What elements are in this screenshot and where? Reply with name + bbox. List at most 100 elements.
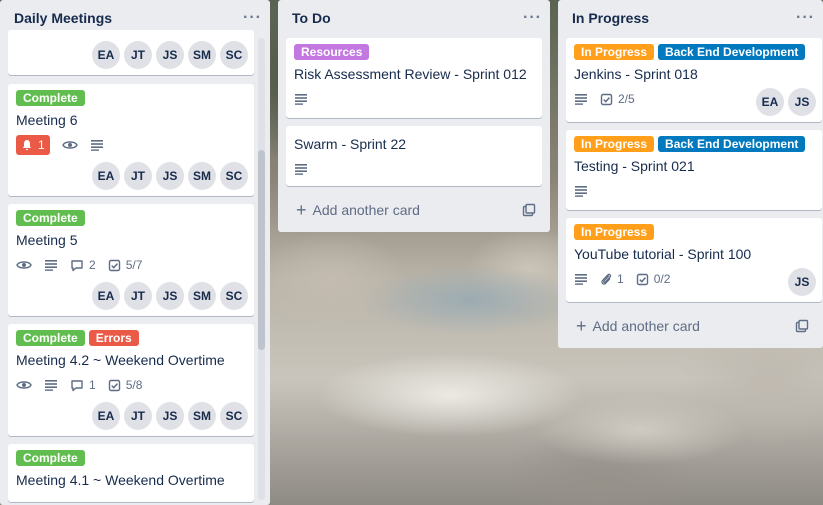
list-card[interactable]: In Progress Back End Development Jenkins… [566, 38, 822, 122]
card-label[interactable]: Resources [294, 44, 370, 60]
card-members: EA JT JS SM SC [92, 402, 248, 430]
scrollbar-thumb[interactable] [258, 150, 265, 350]
notification-badge[interactable]: 1 [16, 135, 50, 155]
card-label[interactable]: Complete [16, 90, 85, 106]
avatar[interactable]: EA [756, 88, 784, 116]
add-card-button[interactable]: + Add another card [566, 312, 815, 340]
list-in-progress: In Progress ··· In Progress Back End Dev… [558, 0, 823, 348]
card-labels: Complete [16, 210, 246, 227]
list-card[interactable]: Complete Meeting 4.1 ~ Weekend Overtime [8, 444, 254, 502]
avatar[interactable]: JT [124, 162, 152, 190]
list-card[interactable]: In Progress Back End Development Testing… [566, 130, 822, 210]
avatar[interactable]: EA [92, 402, 120, 430]
description-badge [294, 163, 308, 175]
eye-icon [16, 381, 32, 389]
avatar[interactable]: JS [156, 402, 184, 430]
avatar[interactable]: JT [124, 41, 152, 69]
card-title: Swarm - Sprint 22 [294, 136, 407, 152]
avatar[interactable]: JT [124, 402, 152, 430]
card-label[interactable]: Complete [16, 210, 85, 226]
avatar[interactable]: SC [220, 402, 248, 430]
description-badge [574, 273, 588, 285]
list-title[interactable]: In Progress [572, 10, 649, 26]
avatar[interactable]: SC [220, 282, 248, 310]
card-label[interactable]: Complete [16, 450, 85, 466]
list-card[interactable]: Complete Meeting 5 2 5/7 EA JT JS SM SC [8, 204, 254, 316]
list-header: In Progress ··· [558, 0, 823, 36]
description-icon [575, 186, 587, 197]
card-label[interactable]: Back End Development [658, 136, 806, 152]
comment-icon [71, 379, 83, 391]
avatar[interactable]: SM [188, 162, 216, 190]
card-label[interactable]: In Progress [574, 44, 655, 60]
list-card[interactable]: Complete Meeting 6 1 EA JT JS SM SC [8, 84, 254, 196]
card-label[interactable]: Back End Development [658, 44, 806, 60]
list-menu-icon[interactable]: ··· [523, 9, 542, 27]
list-header: To Do ··· [278, 0, 550, 36]
comments-count: 2 [89, 258, 96, 272]
description-badge [90, 139, 104, 151]
card-labels: Complete Errors [16, 330, 246, 347]
list-card[interactable]: Complete Errors Meeting 4.2 ~ Weekend Ov… [8, 324, 254, 436]
list-menu-icon[interactable]: ··· [243, 9, 262, 27]
avatar[interactable]: JT [124, 282, 152, 310]
comment-icon [71, 259, 83, 271]
card-label[interactable]: In Progress [574, 224, 655, 240]
list-card[interactable]: EA JT JS SM SC [8, 30, 254, 75]
card-label[interactable]: In Progress [574, 136, 655, 152]
card-label[interactable]: Errors [88, 330, 139, 346]
avatar[interactable]: SM [188, 282, 216, 310]
plus-icon: + [296, 199, 307, 220]
list-card[interactable]: Swarm - Sprint 22 [286, 126, 542, 186]
avatar[interactable]: JS [788, 88, 816, 116]
bell-icon [22, 140, 32, 151]
card-title: Meeting 6 [16, 112, 78, 128]
description-icon [295, 164, 307, 175]
attachments-badge: 1 [600, 272, 624, 286]
comments-badge: 1 [70, 378, 96, 392]
list-to-do: To Do ··· Resources Risk Assessment Revi… [278, 0, 550, 232]
avatar[interactable]: SC [220, 41, 248, 69]
eye-icon [16, 261, 32, 269]
description-icon [575, 94, 587, 105]
card-badges: 2 5/7 [16, 254, 246, 276]
card-title: Testing - Sprint 021 [574, 158, 695, 174]
avatar[interactable]: SC [220, 162, 248, 190]
avatar[interactable]: EA [92, 41, 120, 69]
checklist-badge: 5/8 [108, 378, 142, 392]
card-label[interactable]: Complete [16, 330, 85, 346]
watch-badge [61, 139, 78, 151]
avatar[interactable]: JS [156, 41, 184, 69]
list-title[interactable]: To Do [292, 10, 331, 26]
description-icon [45, 380, 57, 391]
checklist-count: 0/2 [653, 272, 671, 286]
card-template-icon[interactable] [522, 203, 536, 217]
card-badges: 1 5/8 [16, 374, 246, 396]
description-icon [295, 94, 307, 105]
list-menu-icon[interactable]: ··· [796, 9, 815, 27]
avatar[interactable]: JS [156, 282, 184, 310]
card-template-icon[interactable] [795, 319, 809, 333]
card-title: Meeting 4.2 ~ Weekend Overtime [16, 352, 225, 368]
avatar[interactable]: SM [188, 402, 216, 430]
avatar[interactable]: JS [156, 162, 184, 190]
avatar[interactable]: EA [92, 282, 120, 310]
checklist-badge: 0/2 [636, 272, 671, 286]
description-icon [90, 140, 103, 151]
card-labels: In Progress Back End Development [574, 136, 814, 153]
watch-badge [16, 259, 32, 271]
list-card[interactable]: In Progress YouTube tutorial - Sprint 10… [566, 218, 822, 302]
paperclip-icon [601, 273, 612, 285]
card-labels: In Progress Back End Development [574, 44, 814, 61]
checklist-badge: 2/5 [600, 92, 635, 106]
add-card-button[interactable]: + Add another card [286, 196, 542, 224]
checkbox-icon [636, 273, 648, 285]
card-labels: Complete [16, 90, 246, 107]
avatar[interactable]: JS [788, 268, 816, 296]
description-badge [294, 93, 308, 105]
eye-icon [61, 141, 78, 149]
avatar[interactable]: EA [92, 162, 120, 190]
list-title[interactable]: Daily Meetings [14, 10, 112, 26]
list-card[interactable]: Resources Risk Assessment Review - Sprin… [286, 38, 542, 118]
avatar[interactable]: SM [188, 41, 216, 69]
